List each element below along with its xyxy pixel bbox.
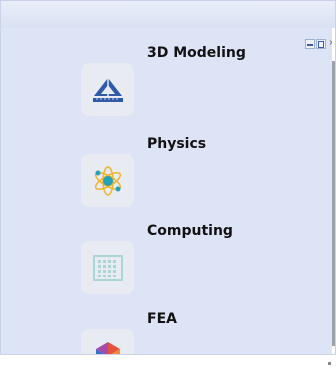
- app-item-fea[interactable]: FEA: [81, 311, 331, 354]
- app-label: Physics: [147, 136, 207, 152]
- drafting-triangle-icon: [92, 77, 123, 102]
- atom-icon: [94, 165, 121, 196]
- app-item-computing[interactable]: Computing: [81, 223, 331, 294]
- app-item-physics[interactable]: Physics: [81, 136, 331, 207]
- app-label: FEA: [147, 311, 177, 327]
- scrollbar-thumb[interactable]: [332, 61, 335, 346]
- title-bar: [1, 1, 335, 28]
- app-tile[interactable]: [81, 241, 134, 294]
- app-launcher-window: × 3D Modeling: [0, 0, 336, 355]
- resize-grip[interactable]: [328, 362, 331, 365]
- app-tile[interactable]: [81, 63, 134, 116]
- app-label: Computing: [147, 223, 233, 239]
- hexagon-mesh-icon: [95, 341, 120, 354]
- app-label: 3D Modeling: [147, 45, 246, 61]
- chip-grid-icon: [92, 254, 123, 281]
- app-tile[interactable]: [81, 154, 134, 207]
- app-item-3d-modeling[interactable]: 3D Modeling: [81, 45, 331, 116]
- app-tile[interactable]: [81, 329, 134, 354]
